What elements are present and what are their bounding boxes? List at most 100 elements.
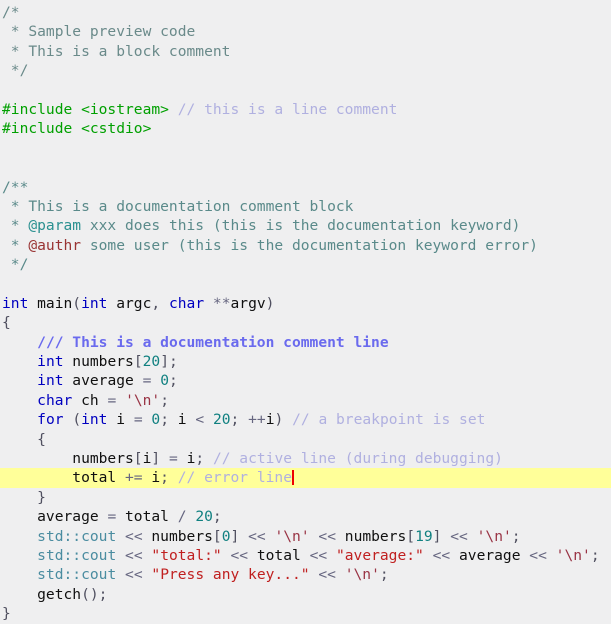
code-line[interactable]: #include <cstdio> — [0, 119, 611, 138]
code-token: for — [37, 411, 64, 429]
text-caret — [292, 470, 294, 486]
code-line[interactable]: char ch = '\n'; — [0, 391, 611, 410]
code-token: ** — [212, 294, 231, 312]
code-token: 0 — [151, 411, 161, 429]
code-token: int — [81, 411, 108, 429]
code-token: #include — [2, 100, 82, 118]
code-line[interactable]: * @authr some user (this is the document… — [0, 236, 611, 255]
code-token: '\n' — [476, 527, 512, 545]
code-token: numbers — [142, 527, 213, 545]
code-token: int — [37, 353, 64, 371]
code-line[interactable]: * Sample preview code — [0, 22, 611, 41]
code-token: , — [151, 294, 169, 312]
code-line[interactable]: } — [0, 488, 611, 507]
code-token: argv — [230, 294, 266, 312]
code-token: // this is a line comment — [177, 100, 398, 118]
code-text-area[interactable]: /* * Sample preview code * This is a blo… — [0, 3, 611, 624]
code-line[interactable]: int numbers[20]; — [0, 352, 611, 371]
code-token: 20 — [142, 353, 161, 371]
code-token: = — [107, 508, 117, 526]
code-line[interactable]: * This is a block comment — [0, 42, 611, 61]
code-line[interactable]: std::cout << "total:" << total << "avera… — [0, 546, 611, 565]
code-line[interactable]: { — [0, 430, 611, 449]
code-line[interactable]: int main(int argc, char **argv) — [0, 294, 611, 313]
code-token: } — [2, 605, 11, 623]
code-editor-preview[interactable]: /* * Sample preview code * This is a blo… — [0, 0, 611, 622]
code-token: numbers — [336, 527, 407, 545]
code-line[interactable]: average = total / 20; — [0, 507, 611, 526]
code-line[interactable]: /** — [0, 178, 611, 197]
code-token: #include — [2, 120, 82, 138]
code-token: average — [63, 372, 143, 390]
code-token: ] — [151, 449, 161, 467]
code-token: "average:" — [335, 546, 424, 564]
code-token: ; — [160, 391, 170, 409]
code-token: getch — [2, 585, 82, 603]
code-token: 20 — [212, 411, 231, 429]
code-token: * — [2, 217, 29, 235]
code-token: main — [28, 294, 73, 312]
code-token: some user (this is the documentation key… — [81, 236, 538, 254]
code-token: '\n' — [344, 566, 380, 584]
code-token: numbers — [2, 449, 134, 467]
code-line[interactable]: #include <iostream> // this is a line co… — [0, 100, 611, 119]
code-line[interactable] — [0, 158, 611, 177]
code-line[interactable]: */ — [0, 61, 611, 80]
code-line[interactable]: * @param xxx does this (this is the docu… — [0, 216, 611, 235]
code-token: // error line — [177, 469, 292, 487]
code-token: << — [125, 566, 143, 584]
code-token: i — [107, 411, 134, 429]
code-line[interactable]: { — [0, 313, 611, 332]
code-token: "Press any key..." — [151, 566, 310, 584]
code-token: ( — [72, 411, 82, 429]
code-token: total — [248, 546, 310, 564]
code-line[interactable]: std::cout << "Press any key..." << '\n'; — [0, 565, 611, 584]
code-line[interactable]: /* — [0, 3, 611, 22]
code-line[interactable]: * This is a documentation comment block — [0, 197, 611, 216]
code-token: 19 — [415, 527, 433, 545]
code-line[interactable]: /// This is a documentation comment line — [0, 333, 611, 352]
code-token: std::cout — [37, 566, 117, 584]
code-token: i — [265, 411, 275, 429]
code-token: << — [230, 546, 249, 564]
code-token: = — [168, 449, 178, 467]
code-token: numbers — [63, 353, 134, 371]
code-line[interactable]: } — [0, 604, 611, 623]
code-token: } — [37, 488, 46, 506]
code-token: * — [2, 236, 29, 254]
code-token: // active line (during debugging) — [212, 449, 503, 467]
code-token: ] — [230, 527, 240, 545]
code-token: [ — [212, 527, 222, 545]
code-token: average — [450, 546, 530, 564]
code-token: ; — [511, 527, 521, 545]
code-line[interactable] — [0, 139, 611, 158]
code-token: 20 — [195, 508, 213, 526]
code-line[interactable] — [0, 274, 611, 293]
code-line[interactable]: numbers[i] = i; // active line (during d… — [0, 449, 611, 468]
code-token: ]; — [160, 353, 178, 371]
code-line[interactable]: int average = 0; — [0, 371, 611, 390]
code-line[interactable] — [0, 81, 611, 100]
code-token: 0 — [160, 372, 169, 390]
code-token: [ — [133, 449, 143, 467]
code-token: i — [177, 449, 196, 467]
code-token: char — [168, 294, 205, 312]
code-line[interactable]: for (int i = 0; i < 20; ++i) // a breakp… — [0, 410, 611, 429]
code-token: ) — [274, 411, 284, 429]
code-token: @param — [28, 217, 82, 235]
code-line[interactable]: std::cout << numbers[0] << '\n' << numbe… — [0, 527, 611, 546]
code-line[interactable]: */ — [0, 255, 611, 274]
code-token: [ — [133, 353, 143, 371]
code-token: ; — [168, 372, 178, 390]
code-line-highlighted[interactable]: total += i; // error line — [0, 468, 611, 488]
